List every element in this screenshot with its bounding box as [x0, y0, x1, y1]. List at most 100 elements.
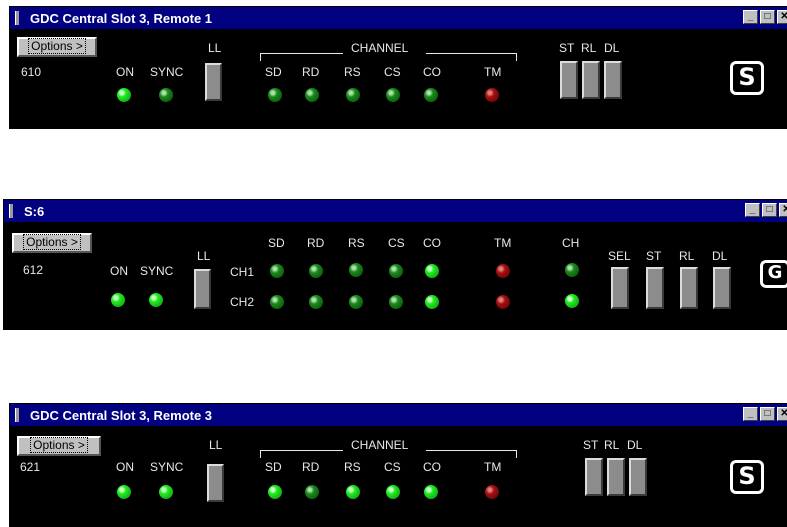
system-menu-icon[interactable] [15, 408, 19, 422]
label-sync: SYNC [150, 65, 183, 79]
label-rs: RS [344, 65, 361, 79]
label-tm: TM [484, 65, 501, 79]
id-number: 612 [23, 263, 43, 277]
label-rl: RL [679, 249, 694, 263]
led-sd [267, 87, 283, 103]
led-ch2-rs [348, 294, 364, 310]
led-ch2-sd [269, 294, 285, 310]
led-ch-2 [564, 293, 580, 309]
id-number: 621 [20, 460, 40, 474]
maximize-button[interactable]: □ [762, 203, 777, 217]
dl-switch[interactable] [629, 458, 647, 496]
maximize-button[interactable]: □ [760, 10, 775, 24]
label-dl: DL [712, 249, 727, 263]
label-rl: RL [604, 438, 619, 452]
label-st: ST [583, 438, 598, 452]
label-channel: CHANNEL [351, 438, 408, 452]
label-sel: SEL [608, 249, 631, 263]
label-sync: SYNC [150, 460, 183, 474]
sel-switch[interactable] [611, 267, 629, 309]
label-rd: RD [302, 65, 319, 79]
options-label: Options > [23, 234, 81, 250]
led-ch2-co [424, 294, 440, 310]
led-on [116, 484, 132, 500]
label-st: ST [646, 249, 661, 263]
label-ch: CH [562, 236, 579, 250]
led-rd [304, 484, 320, 500]
rl-switch[interactable] [582, 61, 600, 99]
minimize-button[interactable]: _ [745, 203, 760, 217]
options-button[interactable]: Options > [17, 436, 101, 456]
led-ch1-rd [308, 263, 324, 279]
label-on: ON [116, 65, 134, 79]
channel-bracket-left [260, 450, 343, 458]
title-bar[interactable]: S:6 _ □ ✕ [4, 200, 787, 222]
remote-3-window: GDC Central Slot 3, Remote 3 _ □ ✕ Optio… [9, 403, 787, 527]
ll-switch[interactable] [194, 269, 211, 309]
close-button[interactable]: ✕ [779, 203, 787, 217]
st-switch[interactable] [646, 267, 664, 309]
led-rs [345, 484, 361, 500]
label-dl: DL [604, 41, 619, 55]
system-menu-icon[interactable] [9, 204, 13, 218]
led-ch2-cs [388, 294, 404, 310]
label-on: ON [110, 264, 128, 278]
dl-switch[interactable] [713, 267, 731, 309]
options-button[interactable]: Options > [12, 233, 92, 253]
st-switch[interactable] [585, 458, 603, 496]
channel-bracket-right [426, 450, 517, 458]
remote-1-window: GDC Central Slot 3, Remote 1 _ □ ✕ Optio… [9, 6, 787, 129]
ll-switch[interactable] [205, 63, 222, 101]
label-rs: RS [348, 236, 365, 250]
label-sd: SD [265, 65, 282, 79]
label-cs: CS [384, 460, 401, 474]
st-switch[interactable] [560, 61, 578, 99]
led-tm [484, 484, 500, 500]
led-ch2-rd [308, 294, 324, 310]
label-co: CO [423, 236, 441, 250]
gdc-logo-icon: S [730, 61, 764, 95]
led-ch1-rs [348, 262, 364, 278]
gdc-logo-icon: G [760, 260, 787, 288]
title-bar[interactable]: GDC Central Slot 3, Remote 3 _ □ ✕ [10, 404, 787, 426]
options-label: Options > [28, 38, 86, 54]
maximize-button[interactable]: □ [760, 407, 775, 421]
label-sd: SD [265, 460, 282, 474]
options-label: Options > [30, 437, 88, 453]
minimize-button[interactable]: _ [743, 407, 758, 421]
label-tm: TM [494, 236, 511, 250]
rl-switch[interactable] [680, 267, 698, 309]
led-ch-1 [564, 262, 580, 278]
led-co [423, 87, 439, 103]
led-cs [385, 87, 401, 103]
led-cs [385, 484, 401, 500]
led-ch1-co [424, 263, 440, 279]
gdc-logo-icon: S [730, 460, 764, 494]
led-sd [267, 484, 283, 500]
label-on: ON [116, 460, 134, 474]
panel-client: Options > 610 ON SYNC LL CHANNEL SD RD R… [10, 29, 787, 128]
label-sd: SD [268, 236, 285, 250]
label-rl: RL [581, 41, 596, 55]
minimize-button[interactable]: _ [743, 10, 758, 24]
close-button[interactable]: ✕ [777, 407, 787, 421]
led-rs [345, 87, 361, 103]
led-tm [484, 87, 500, 103]
channel-bracket-left [260, 53, 343, 61]
ll-switch[interactable] [207, 464, 224, 502]
label-ll: LL [208, 41, 221, 55]
title-bar[interactable]: GDC Central Slot 3, Remote 1 _ □ ✕ [10, 7, 787, 29]
led-ch1-sd [269, 263, 285, 279]
dl-switch[interactable] [604, 61, 622, 99]
id-number: 610 [21, 65, 41, 79]
led-co [423, 484, 439, 500]
close-button[interactable]: ✕ [777, 10, 787, 24]
label-rs: RS [344, 460, 361, 474]
rl-switch[interactable] [607, 458, 625, 496]
label-tm: TM [484, 460, 501, 474]
label-st: ST [559, 41, 574, 55]
label-cs: CS [388, 236, 405, 250]
options-button[interactable]: Options > [17, 37, 97, 57]
label-rd: RD [307, 236, 324, 250]
system-menu-icon[interactable] [15, 11, 19, 25]
